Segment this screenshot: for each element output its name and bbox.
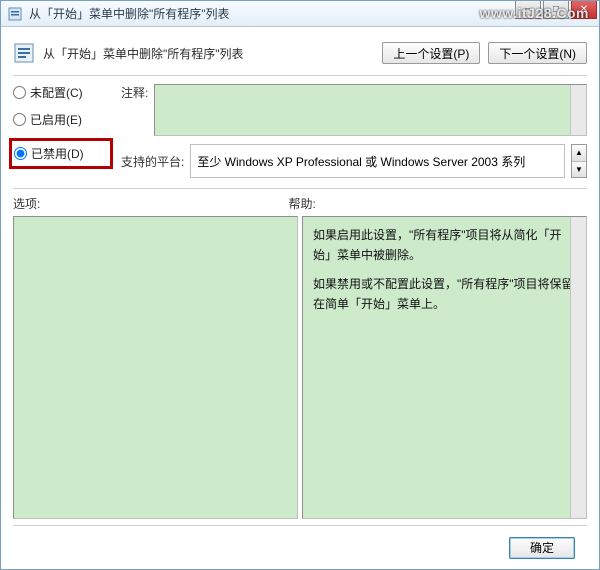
spinner-up-button[interactable]: ▲	[572, 145, 586, 162]
prev-setting-button[interactable]: 上一个设置(P)	[382, 42, 480, 64]
page-title: 从「开始」菜单中删除"所有程序"列表	[43, 45, 244, 62]
policy-icon	[7, 6, 23, 22]
policy-icon	[13, 42, 35, 64]
platform-row: 支持的平台: 至少 Windows XP Professional 或 Wind…	[121, 144, 587, 178]
spinner-down-button[interactable]: ▼	[572, 162, 586, 178]
radio-disabled[interactable]: 已禁用(D)	[9, 138, 113, 169]
radio-disabled-label: 已禁用(D)	[31, 145, 84, 162]
close-button[interactable]: ✕	[571, 1, 597, 19]
radio-not-configured[interactable]: 未配置(C)	[13, 84, 113, 101]
radio-not-configured-label: 未配置(C)	[30, 84, 83, 101]
section-labels: 选项: 帮助:	[13, 195, 587, 212]
radio-not-configured-input[interactable]	[13, 86, 26, 99]
panes: 如果启用此设置，"所有程序"项目将从简化「开始」菜单中被删除。 如果禁用或不配置…	[13, 216, 587, 519]
radio-disabled-input[interactable]	[14, 147, 27, 160]
radio-enabled[interactable]: 已启用(E)	[13, 111, 113, 128]
window-title: 从「开始」菜单中删除"所有程序"列表	[29, 5, 230, 22]
comment-label: 注释:	[121, 84, 148, 101]
divider	[13, 188, 587, 189]
radio-enabled-label: 已启用(E)	[30, 111, 82, 128]
help-paragraph: 如果启用此设置，"所有程序"项目将从简化「开始」菜单中被删除。	[313, 225, 576, 266]
minimize-button[interactable]: ─	[515, 1, 541, 19]
scrollbar[interactable]	[570, 217, 586, 518]
dialog-body: 从「开始」菜单中删除"所有程序"列表 上一个设置(P) 下一个设置(N) 未配置…	[1, 27, 599, 569]
radio-enabled-input[interactable]	[13, 113, 26, 126]
platform-spinner: ▲ ▼	[571, 144, 587, 178]
help-label: 帮助:	[289, 197, 316, 211]
footer: 确定	[13, 525, 587, 569]
config-section: 未配置(C) 已启用(E) 已禁用(D) 注释:	[13, 84, 587, 178]
radio-group: 未配置(C) 已启用(E) 已禁用(D)	[13, 84, 113, 178]
right-column: 注释: 支持的平台: 至少 Windows XP Professional 或 …	[121, 84, 587, 178]
window-controls: ─ □ ✕	[515, 1, 597, 19]
maximize-button[interactable]: □	[543, 1, 569, 19]
header-row: 从「开始」菜单中删除"所有程序"列表 上一个设置(P) 下一个设置(N)	[13, 35, 587, 71]
ok-button[interactable]: 确定	[509, 537, 575, 559]
titlebar[interactable]: 从「开始」菜单中删除"所有程序"列表 ─ □ ✕	[1, 1, 599, 27]
next-setting-button[interactable]: 下一个设置(N)	[488, 42, 587, 64]
help-pane[interactable]: 如果启用此设置，"所有程序"项目将从简化「开始」菜单中被删除。 如果禁用或不配置…	[302, 216, 587, 519]
options-pane[interactable]	[13, 216, 298, 519]
platform-value: 至少 Windows XP Professional 或 Windows Ser…	[190, 144, 565, 178]
divider	[13, 75, 587, 76]
dialog-window: 从「开始」菜单中删除"所有程序"列表 ─ □ ✕ www.itJ28.Com 从…	[0, 0, 600, 570]
options-label: 选项:	[13, 197, 40, 211]
scrollbar[interactable]	[570, 85, 586, 135]
help-paragraph: 如果禁用或不配置此设置，"所有程序"项目将保留在简单「开始」菜单上。	[313, 274, 576, 315]
platform-label: 支持的平台:	[121, 153, 184, 170]
comment-textarea[interactable]	[154, 84, 587, 136]
